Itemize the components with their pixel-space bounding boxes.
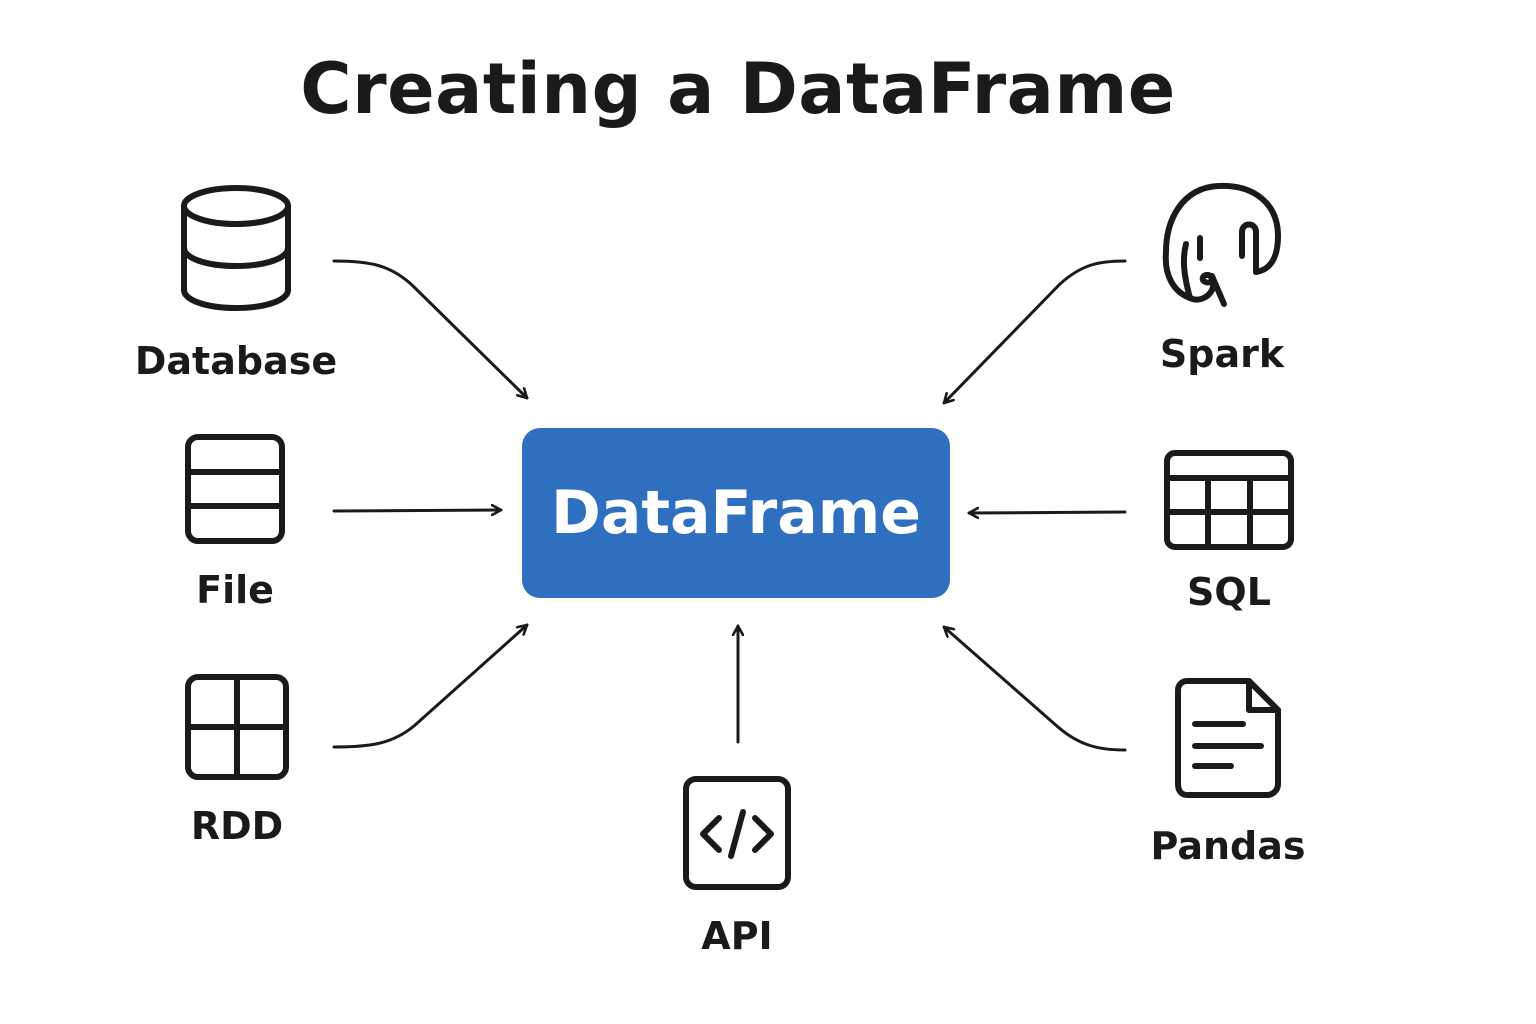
file-rows-icon bbox=[185, 434, 285, 544]
source-label-api: API bbox=[701, 914, 773, 958]
elephant-icon bbox=[1162, 182, 1281, 307]
source-label-spark: Spark bbox=[1159, 332, 1285, 376]
source-file: File bbox=[115, 432, 355, 612]
arrow-pandas bbox=[942, 625, 1127, 752]
source-rdd: RDD bbox=[117, 672, 357, 848]
source-database: Database bbox=[116, 180, 356, 383]
arrow-sql bbox=[967, 512, 1127, 513]
dataframe-label: DataFrame bbox=[551, 478, 921, 548]
source-label-pandas: Pandas bbox=[1150, 824, 1306, 868]
arrow-file bbox=[332, 510, 503, 511]
arrow-database bbox=[332, 259, 529, 400]
code-icon bbox=[683, 776, 791, 890]
arrow-spark bbox=[942, 259, 1127, 405]
source-label-database: Database bbox=[134, 339, 338, 383]
source-label-rdd: RDD bbox=[190, 804, 284, 848]
dataframe-hub: DataFrame bbox=[522, 428, 950, 598]
table-icon bbox=[1164, 450, 1294, 550]
source-label-sql: SQL bbox=[1187, 570, 1271, 614]
database-icon bbox=[181, 185, 291, 311]
source-api: API bbox=[617, 774, 857, 958]
source-sql: SQL bbox=[1109, 448, 1349, 614]
source-spark: Spark bbox=[1102, 180, 1342, 376]
source-label-file: File bbox=[196, 568, 274, 612]
source-pandas: Pandas bbox=[1108, 676, 1348, 868]
arrow-rdd bbox=[332, 623, 529, 749]
grid-icon bbox=[185, 674, 289, 780]
document-icon bbox=[1175, 678, 1281, 798]
